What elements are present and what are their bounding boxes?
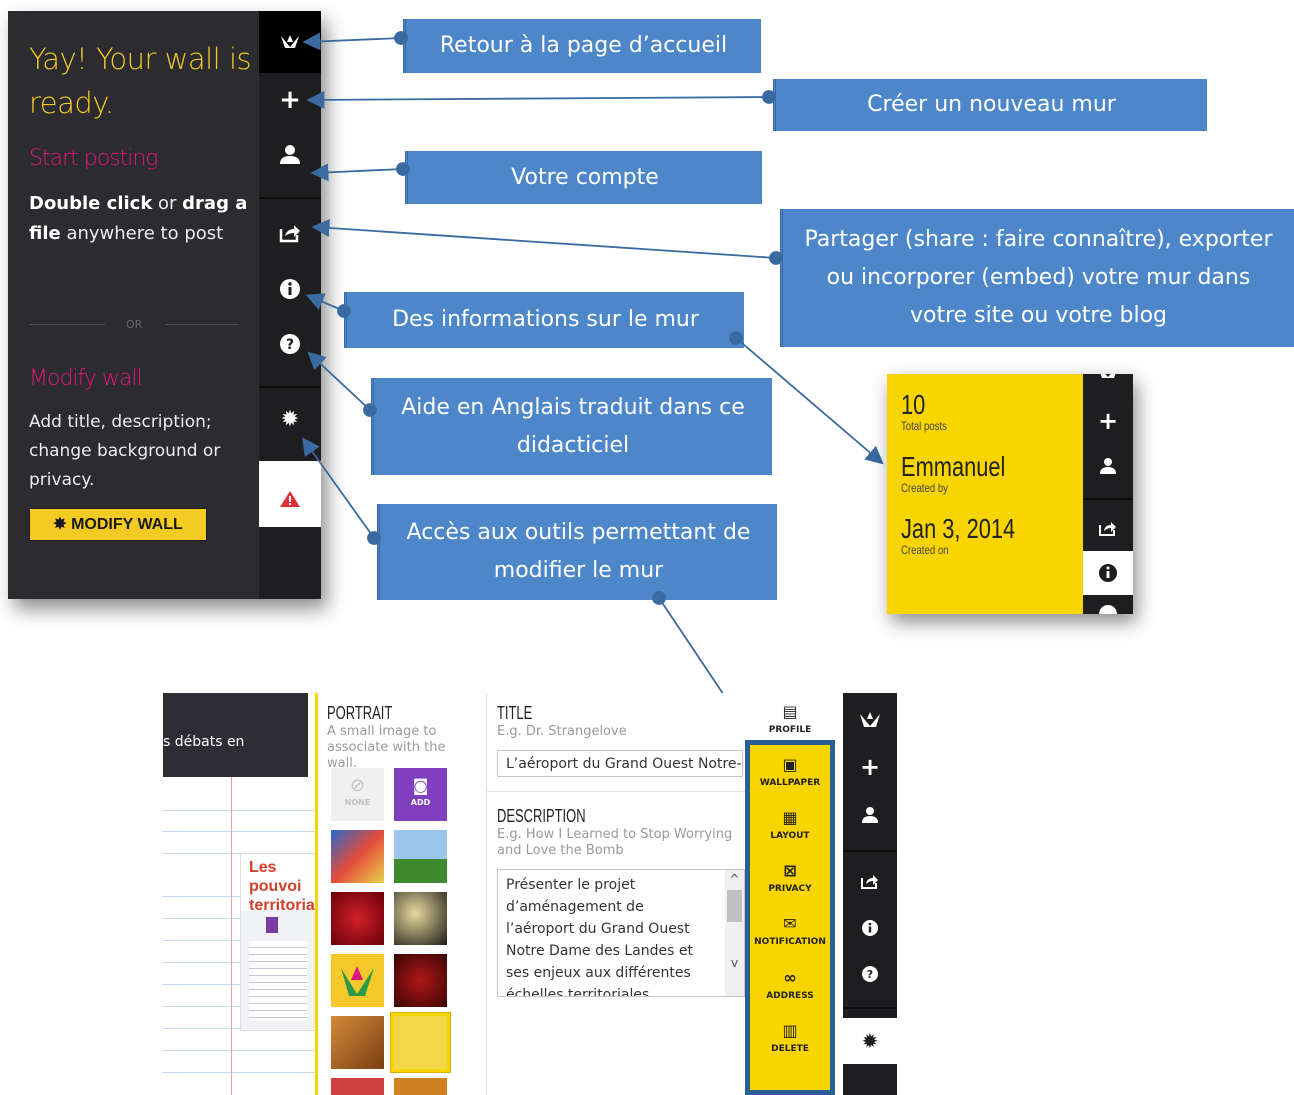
- menu-label: LAYOUT: [770, 831, 810, 841]
- menu-label: PRIVACY: [768, 884, 812, 894]
- home-origami-icon[interactable]: [843, 701, 897, 737]
- info-icon[interactable]: [861, 919, 879, 937]
- created-on-value: Jan 3, 2014: [901, 513, 1016, 544]
- none-label: NONE: [344, 798, 371, 807]
- profile-icon: ▤: [782, 702, 798, 721]
- share-icon[interactable]: [1099, 520, 1117, 536]
- help-icon[interactable]: ?: [861, 965, 879, 983]
- svg-text:?: ?: [867, 968, 873, 981]
- help-icon[interactable]: [1098, 604, 1118, 614]
- plus-icon[interactable]: +: [843, 753, 897, 781]
- menu-label: PROFILE: [768, 725, 812, 735]
- sidebar-divider: [843, 850, 897, 852]
- wall-post-title: Les pouvoi territoriale: [249, 859, 329, 914]
- section-divider: [487, 791, 745, 792]
- wall-post-image: [241, 911, 316, 1029]
- ruled-line: [163, 810, 315, 811]
- ruled-line: [163, 831, 315, 832]
- scroll-down-icon[interactable]: v: [725, 954, 744, 972]
- info-icon: [1099, 564, 1117, 582]
- portrait-column: PORTRAIT A small image to associate with…: [318, 693, 486, 1095]
- description-hint: E.g. How I Learned to Stop Worrying and …: [497, 827, 733, 858]
- sidebar-divider: [1083, 498, 1133, 500]
- sidebar-divider: [843, 1007, 897, 1009]
- user-icon[interactable]: [861, 806, 879, 824]
- trash-icon: ▥: [782, 1021, 798, 1040]
- menu-delete[interactable]: ▥ DELETE: [745, 1021, 835, 1055]
- created-by-value: Emmanuel: [901, 451, 1006, 482]
- description-scrollbar[interactable]: ^ v: [725, 870, 744, 996]
- title-input[interactable]: L’aéroport du Grand Ouest Notre-D: [497, 750, 743, 777]
- user-icon[interactable]: [1099, 457, 1117, 475]
- menu-notification[interactable]: ✉ NOTIFICATION: [745, 914, 835, 948]
- created-by-label: Created by: [901, 481, 948, 495]
- camera-icon: ◙: [412, 776, 429, 795]
- info-card-sidebar: +: [1083, 374, 1133, 614]
- portrait-add-option[interactable]: ◙ ADD: [394, 768, 447, 821]
- total-posts-value: 10: [901, 389, 926, 420]
- portrait-none-option[interactable]: ⊘ NONE: [331, 768, 384, 821]
- portrait-thumb[interactable]: [331, 1016, 384, 1069]
- settings-menu: ▤ PROFILE ▣ WALLPAPER ▦ LAYOUT ⊠ PRIVACY ✉ NO…: [745, 693, 843, 1095]
- image-document: [249, 941, 307, 1021]
- scroll-up-icon[interactable]: ^: [725, 870, 744, 888]
- add-label: ADD: [410, 798, 431, 807]
- title-description-column: TITLE E.g. Dr. Strangelove L’aéroport du…: [487, 693, 745, 1095]
- ruled-line: [163, 1072, 315, 1073]
- share-icon[interactable]: [861, 873, 879, 889]
- title-heading: TITLE: [497, 703, 533, 723]
- wall-header-text: s débats en: [163, 734, 245, 750]
- wall-post-card[interactable]: Les pouvoi territoriale: [240, 853, 329, 1031]
- plus-icon[interactable]: +: [1083, 407, 1133, 435]
- portrait-thumb[interactable]: [394, 830, 447, 883]
- portrait-thumb[interactable]: [394, 1078, 447, 1095]
- portrait-thumb[interactable]: [331, 830, 384, 883]
- wall-info-content: 10 Total posts Emmanuel Created by Jan 3…: [887, 374, 1083, 614]
- home-origami-icon[interactable]: [1083, 374, 1133, 386]
- menu-label: ADDRESS: [766, 991, 814, 1001]
- wall-background: s débats en Les pouvoi territoriale: [163, 693, 329, 1095]
- portrait-thumb[interactable]: [394, 892, 447, 945]
- menu-label: WALLPAPER: [759, 778, 821, 788]
- portrait-thumb[interactable]: [331, 954, 384, 1007]
- origami-logo-thumb: [341, 966, 374, 996]
- lock-icon: ⊠: [783, 861, 797, 880]
- wall-info-card: 10 Total posts Emmanuel Created by Jan 3…: [887, 374, 1133, 614]
- gear-icon[interactable]: ✹: [843, 1018, 897, 1064]
- settings-sidebar: + ? ✹: [843, 693, 897, 1095]
- portrait-thumb[interactable]: [331, 1078, 384, 1095]
- portrait-thumb[interactable]: [331, 892, 384, 945]
- description-text: Présenter le projet d’aménagement de l’a…: [506, 877, 693, 997]
- menu-label: DELETE: [771, 1044, 809, 1054]
- none-icon: ⊘: [349, 775, 366, 796]
- menu-address[interactable]: ∞ ADDRESS: [745, 968, 835, 1002]
- wall-header-card: s débats en: [163, 693, 308, 777]
- menu-layout[interactable]: ▦ LAYOUT: [745, 808, 835, 842]
- link-icon: ∞: [783, 968, 797, 987]
- image-logo: [266, 917, 278, 933]
- description-heading: DESCRIPTION: [497, 806, 586, 826]
- title-hint: E.g. Dr. Strangelove: [497, 724, 627, 739]
- envelope-icon: ✉: [783, 914, 797, 933]
- portrait-hint: A small image to associate with the wall…: [327, 724, 446, 771]
- wall-settings-panel: s débats en Les pouvoi territoriale PORT…: [163, 693, 897, 1095]
- ruled-line: [163, 1050, 315, 1051]
- description-textarea[interactable]: Présenter le projet d’aménagement de l’a…: [497, 869, 745, 997]
- wallpaper-icon: ▣: [782, 755, 798, 774]
- total-posts-label: Total posts: [901, 419, 947, 433]
- scrollbar-thumb[interactable]: [727, 890, 742, 922]
- portrait-thumb-selected[interactable]: [391, 1013, 450, 1072]
- menu-wallpaper[interactable]: ▣ WALLPAPER: [745, 755, 835, 789]
- created-on-label: Created on: [901, 543, 949, 557]
- menu-label: NOTIFICATION: [754, 937, 826, 947]
- menu-privacy[interactable]: ⊠ PRIVACY: [745, 861, 835, 895]
- portrait-thumb[interactable]: [394, 954, 447, 1007]
- menu-profile[interactable]: ▤ PROFILE: [745, 702, 835, 736]
- layout-icon: ▦: [782, 808, 798, 827]
- info-button-active[interactable]: [1083, 551, 1133, 595]
- portrait-title: PORTRAIT: [327, 703, 393, 723]
